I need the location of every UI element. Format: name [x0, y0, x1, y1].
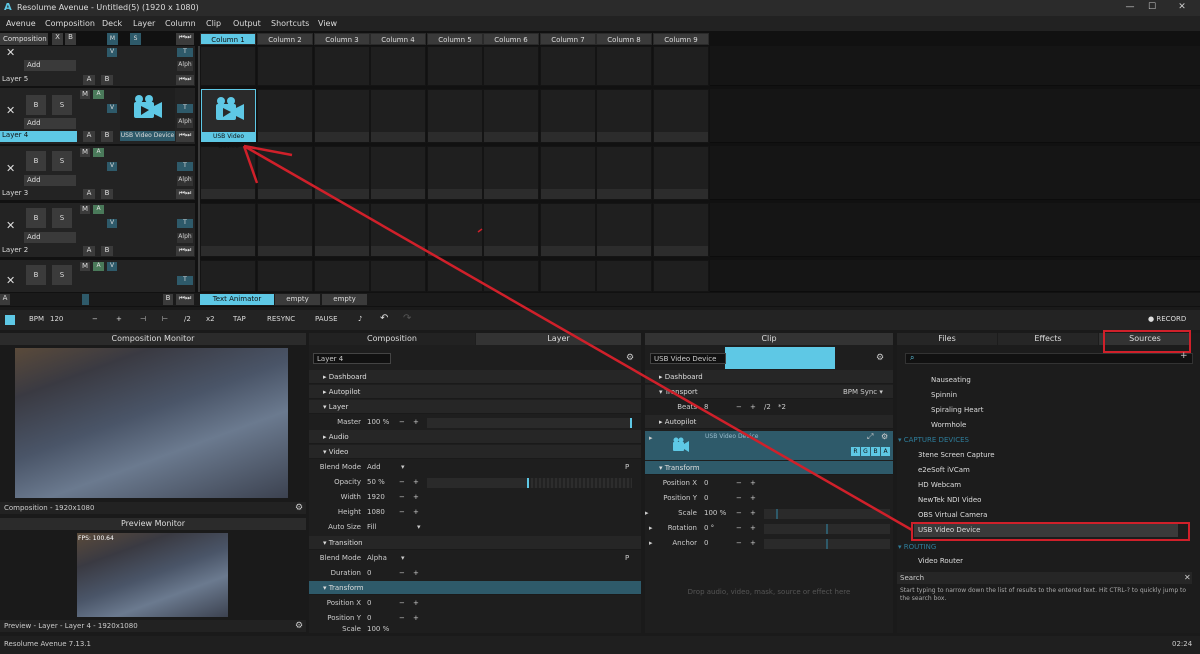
annotation-arrow — [242, 144, 913, 532]
status-bar: Resolume Avenue 7.13.1 02:24 — [0, 636, 1200, 654]
clock-label: 02:24 — [1172, 640, 1193, 648]
version-label: Resolume Avenue 7.13.1 — [4, 640, 92, 648]
